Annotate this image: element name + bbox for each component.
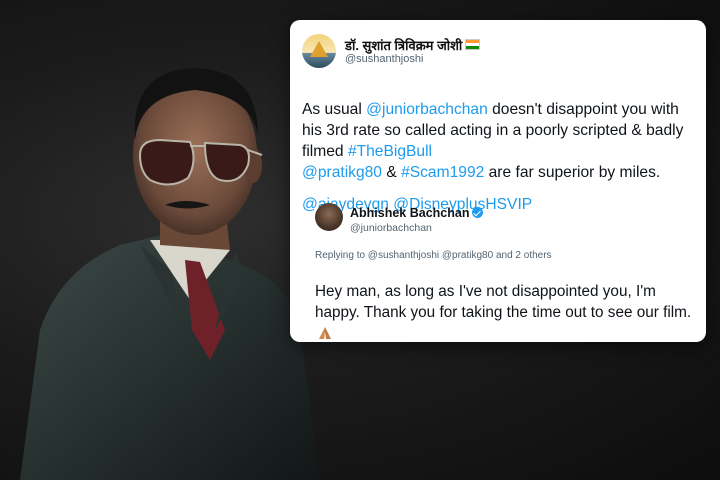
mention-link[interactable]: @juniorbachchan [366,101,488,118]
reply-author-handle[interactable]: @juniorbachchan [350,222,432,234]
author-name[interactable]: डॉ. सुशांत त्रिविक्रम जोशी [345,36,481,54]
india-flag-icon [465,39,481,50]
tweet-body: As usual @juniorbachchan doesn't disappo… [302,99,698,215]
tweet-line: filmed #TheBigBull [302,143,433,160]
reply-body: Hey man, as long as I've not disappointe… [315,281,695,342]
tweet-line: his 3rd rate so called acting in a poorl… [302,122,684,139]
hashtag-link[interactable]: #TheBigBull [348,143,432,160]
verified-badge-icon [472,207,484,218]
reply-avatar[interactable] [315,203,343,231]
author-handle[interactable]: @sushanthjoshi [345,53,423,65]
mention-link[interactable]: @pratikg80 [302,164,382,181]
reply-author-name[interactable]: Abhishek Bachchan [350,206,484,220]
tweet-screenshot-card: डॉ. सुशांत त्रिविक्रम जोशी @sushanthjosh… [290,20,706,342]
folded-hands-icon [319,327,331,339]
replying-to-text: Replying to @sushanthjoshi @pratikg80 an… [315,250,552,261]
hashtag-link[interactable]: #Scam1992 [401,164,484,181]
temple-avatar-icon[interactable] [302,34,336,68]
tweet-line: @pratikg80 & #Scam1992 are far superior … [302,164,661,181]
tweet-line: As usual @juniorbachchan doesn't disappo… [302,101,679,118]
